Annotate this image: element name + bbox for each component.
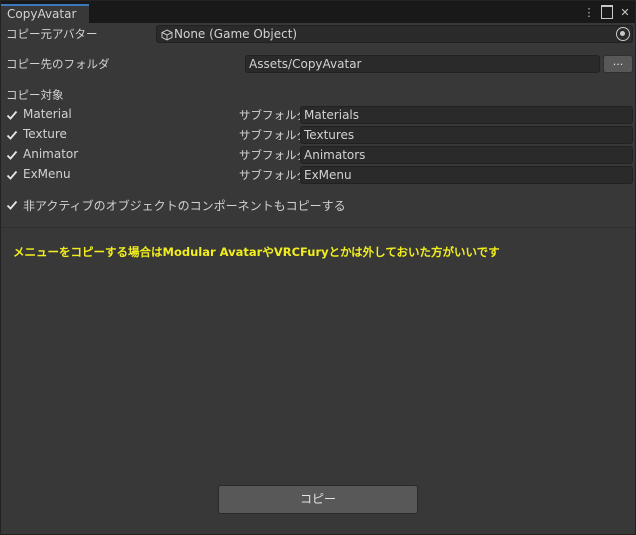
more-options-icon[interactable]: ⋮: [583, 5, 595, 19]
material-subfolder-field[interactable]: Materials: [300, 106, 633, 124]
dest-folder-value: Assets/CopyAvatar: [249, 57, 362, 71]
gameobject-cube-icon: [161, 29, 173, 41]
texture-checkbox[interactable]: [6, 129, 18, 141]
copy-button[interactable]: コピー: [218, 485, 418, 514]
maximize-icon[interactable]: [601, 5, 613, 19]
material-subfolder-value: Materials: [304, 108, 360, 122]
warning-message: メニューをコピーする場合はModular AvatarやVRCFuryとかは外し…: [13, 245, 500, 259]
inactive-objects-label: 非アクティブのオブジェクトのコンポーネントもコピーする: [23, 199, 346, 213]
inactive-option-row: 非アクティブのオブジェクトのコンポーネントもコピーする: [1, 195, 635, 215]
tab-copyavatar[interactable]: CopyAvatar: [1, 4, 89, 23]
dest-folder-label: コピー先のフォルダ: [6, 57, 110, 71]
object-picker-icon[interactable]: [616, 27, 630, 41]
dest-folder-field[interactable]: Assets/CopyAvatar: [245, 55, 600, 73]
source-avatar-field[interactable]: None (Game Object): [156, 25, 633, 43]
checkmark-icon: [6, 110, 18, 120]
tab-bar: CopyAvatar ⋮ ✕: [1, 1, 635, 23]
target-row-texture: Texture サブフォルダ Textures: [1, 125, 635, 145]
copy-targets-header: コピー対象: [6, 88, 64, 102]
source-avatar-value: None (Game Object): [174, 27, 298, 41]
texture-subfolder-label: サブフォルダ: [239, 128, 308, 142]
inactive-objects-checkbox[interactable]: [6, 199, 18, 211]
texture-subfolder-value: Textures: [304, 128, 355, 142]
texture-label: Texture: [23, 127, 67, 141]
close-icon[interactable]: ✕: [619, 5, 631, 19]
texture-subfolder-field[interactable]: Textures: [300, 126, 633, 144]
checkmark-icon: [6, 150, 18, 160]
copy-targets-header-row: コピー対象: [1, 85, 635, 105]
exmenu-label: ExMenu: [23, 167, 71, 181]
exmenu-subfolder-field[interactable]: ExMenu: [300, 166, 633, 184]
material-label: Material: [23, 107, 72, 121]
animator-subfolder-field[interactable]: Animators: [300, 146, 633, 164]
exmenu-checkbox[interactable]: [6, 169, 18, 181]
target-row-exmenu: ExMenu サブフォルダ ExMenu: [1, 165, 635, 185]
target-row-material: Material サブフォルダ Materials: [1, 105, 635, 125]
exmenu-subfolder-value: ExMenu: [304, 168, 352, 182]
target-row-animator: Animator サブフォルダ Animators: [1, 145, 635, 165]
dest-folder-row: コピー先のフォルダ Assets/CopyAvatar ...: [1, 54, 635, 74]
source-avatar-row: コピー元アバター None (Game Object): [1, 24, 635, 44]
source-avatar-label: コピー元アバター: [6, 27, 98, 41]
animator-subfolder-label: サブフォルダ: [239, 148, 308, 162]
animator-label: Animator: [23, 147, 79, 161]
checkmark-icon: [6, 170, 18, 180]
animator-subfolder-value: Animators: [304, 148, 366, 162]
section-divider: [1, 227, 635, 228]
material-checkbox[interactable]: [6, 109, 18, 121]
animator-checkbox[interactable]: [6, 149, 18, 161]
material-subfolder-label: サブフォルダ: [239, 108, 308, 122]
copyavatar-window: CopyAvatar ⋮ ✕ コピー元アバター None (Game Objec…: [0, 0, 636, 535]
checkmark-icon: [6, 130, 18, 140]
window-controls: ⋮ ✕: [583, 5, 631, 19]
checkmark-icon: [6, 200, 18, 210]
exmenu-subfolder-label: サブフォルダ: [239, 168, 308, 182]
browse-folder-button[interactable]: ...: [603, 55, 633, 73]
